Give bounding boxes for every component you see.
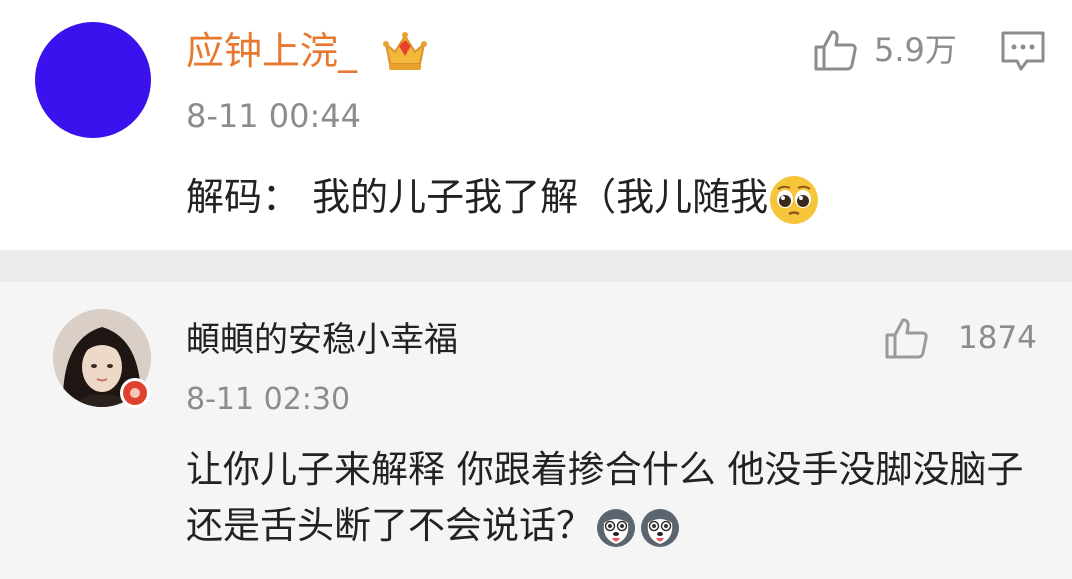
comment-body: 解码： 我的儿子我了解（我儿随我 [186,175,769,219]
reply-text: 让你儿子来解释 你跟着掺合什么 他没手没脚没脑子还是舌头断了不会说话？ [186,442,1046,554]
like-count: 5.9万 [874,31,957,69]
husky-icon [595,507,637,549]
comment-author[interactable]: 应钟上浣_ [186,28,357,74]
verified-badge-icon [120,378,150,408]
avatar[interactable] [35,22,151,138]
pleading-face-icon [768,174,820,226]
reply-author[interactable]: 頔頔的安稳小幸福 [186,318,458,362]
husky-icon [639,507,681,549]
like-count: 1874 [958,320,1037,356]
comment-text: 解码： 我的儿子我了解（我儿随我 [186,170,820,226]
like-icon[interactable] [884,316,930,360]
reply-time: 8-11 02:30 [186,382,351,417]
comment-divider [0,250,1072,282]
comment-time: 8-11 00:44 [186,97,362,135]
comment-icon[interactable] [1000,30,1046,72]
crown-gem-icon [382,28,428,72]
like-icon[interactable] [813,28,859,72]
